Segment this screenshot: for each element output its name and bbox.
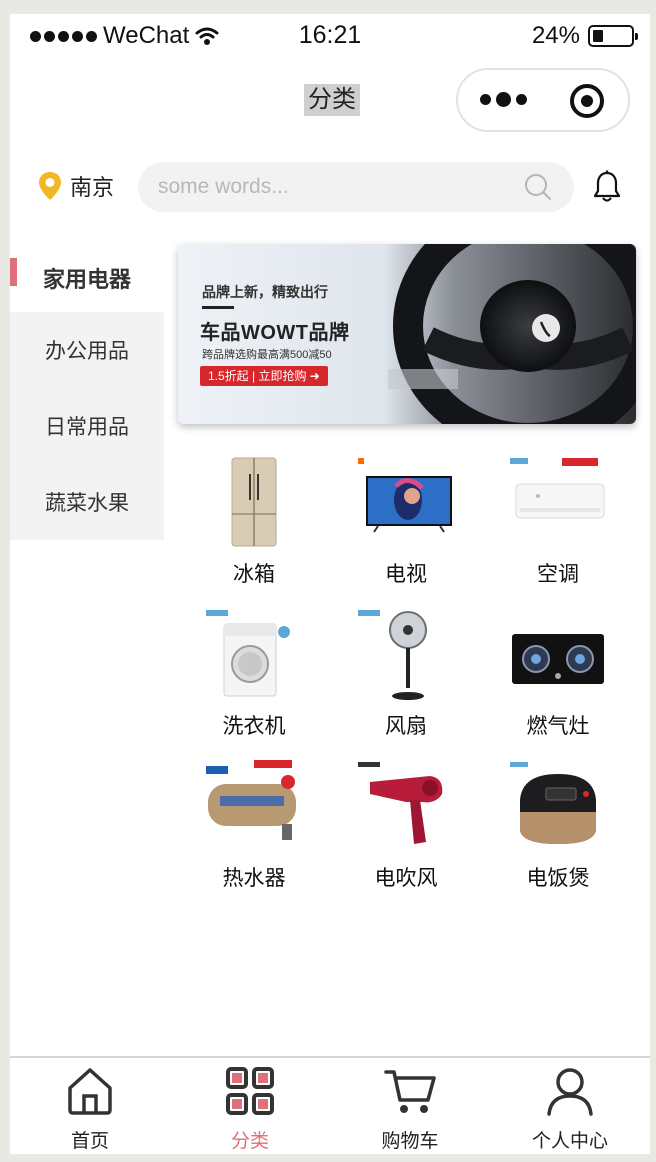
battery-group: 24% [531, 22, 638, 50]
status-bar: WeChat 16:21 24% [10, 14, 650, 58]
product-label: 风扇 [385, 715, 427, 738]
sidebar-item-label: 家用电器 [42, 267, 131, 292]
washing-machine-image [206, 610, 290, 697]
gas-stove-image [512, 634, 604, 684]
product-label: 燃气灶 [526, 715, 590, 738]
product-item-refrigerator[interactable]: 冰箱 [178, 454, 330, 602]
tab-label: 个人中心 [531, 1131, 608, 1152]
product-label: 电吹风 [374, 867, 438, 890]
refrigerator-image [231, 457, 277, 547]
location-selector[interactable]: 南京 [38, 170, 114, 202]
banner-cta-label: 1.5折起 | 立即抢购 [208, 369, 307, 383]
bell-icon[interactable] [592, 170, 622, 204]
product-item-tv[interactable]: 电视 [330, 454, 482, 602]
search-row: 南京 [10, 162, 650, 212]
close-miniprogram-icon[interactable] [570, 84, 604, 118]
more-options-icon[interactable] [480, 92, 527, 107]
product-label: 冰箱 [233, 563, 275, 586]
sidebar-item-label: 蔬菜水果 [45, 492, 129, 515]
product-item-air-conditioner[interactable]: 空调 [482, 454, 634, 602]
banner-headline: 品牌上新，精致出行 [202, 284, 328, 300]
product-label: 热水器 [222, 867, 286, 890]
tab-label: 分类 [230, 1131, 269, 1152]
battery-percent: 24% [531, 22, 580, 49]
product-label: 洗衣机 [222, 715, 286, 738]
tab-profile[interactable]: 个人中心 [490, 1058, 650, 1154]
product-label: 电视 [385, 563, 427, 586]
water-heater-image [206, 760, 296, 840]
tv-image [358, 458, 452, 533]
product-grid: 冰箱 电视 空调 洗衣机 风扇 燃气灶 热水器 电吹风 电饭煲 [178, 454, 636, 906]
banner-cta[interactable]: 1.5折起 | 立即抢购 ➜ [200, 366, 328, 386]
hair-dryer-image [358, 762, 443, 844]
product-label: 电饭煲 [526, 867, 590, 890]
banner-subtitle: 跨品牌选购最高满500减50 [202, 349, 332, 361]
sidebar-item-office-supplies[interactable]: 办公用品 [10, 312, 164, 388]
product-item-washing-machine[interactable]: 洗衣机 [178, 606, 330, 754]
tab-home[interactable]: 首页 [10, 1058, 170, 1154]
promo-banner[interactable]: 品牌上新，精致出行 车品WOWT品牌 跨品牌选购最高满500减50 1.5折起 … [178, 244, 636, 424]
tab-label: 购物车 [381, 1131, 439, 1152]
category-icon [226, 1067, 274, 1115]
tab-label: 首页 [70, 1131, 109, 1152]
cart-icon [384, 1070, 436, 1113]
sidebar-item-home-appliances[interactable]: 家用电器 [10, 244, 164, 312]
tab-cart[interactable]: 购物车 [330, 1058, 490, 1154]
phone-screen: WeChat 16:21 24% 分类 南京 some words... 家用电… [10, 14, 650, 1154]
search-box[interactable] [138, 162, 574, 212]
battery-icon [588, 25, 638, 47]
product-item-fan[interactable]: 风扇 [330, 606, 482, 754]
product-item-water-heater[interactable]: 热水器 [178, 758, 330, 906]
city-label: 南京 [70, 175, 115, 200]
navigation-bar: 分类 [10, 58, 650, 146]
bottom-tab-bar: 首页 分类 购物车 个人中心 [10, 1056, 650, 1154]
air-conditioner-image [510, 458, 605, 519]
product-item-rice-cooker[interactable]: 电饭煲 [482, 758, 634, 906]
tab-category[interactable]: 分类 [170, 1058, 330, 1154]
fan-image [358, 610, 427, 700]
location-pin-icon [39, 172, 61, 200]
page-title: 分类 [304, 84, 360, 116]
miniprogram-capsule [456, 68, 630, 132]
home-icon [68, 1068, 112, 1115]
product-label: 空调 [537, 563, 579, 586]
sidebar-item-label: 办公用品 [45, 340, 129, 363]
product-item-hair-dryer[interactable]: 电吹风 [330, 758, 482, 906]
user-icon [547, 1068, 593, 1116]
rice-cooker-image [510, 762, 596, 844]
search-input[interactable] [158, 162, 518, 212]
sidebar-item-daily-goods[interactable]: 日常用品 [10, 388, 164, 464]
banner-title: 车品WOWT品牌 [200, 322, 350, 344]
sidebar-item-label: 日常用品 [45, 416, 129, 439]
sidebar-item-fruits-vegetables[interactable]: 蔬菜水果 [10, 464, 164, 540]
banner-divider [202, 306, 234, 309]
product-item-gas-stove[interactable]: 燃气灶 [482, 606, 634, 754]
search-icon[interactable] [524, 173, 552, 201]
category-sidebar: 家用电器 办公用品 日常用品 蔬菜水果 [10, 244, 164, 540]
